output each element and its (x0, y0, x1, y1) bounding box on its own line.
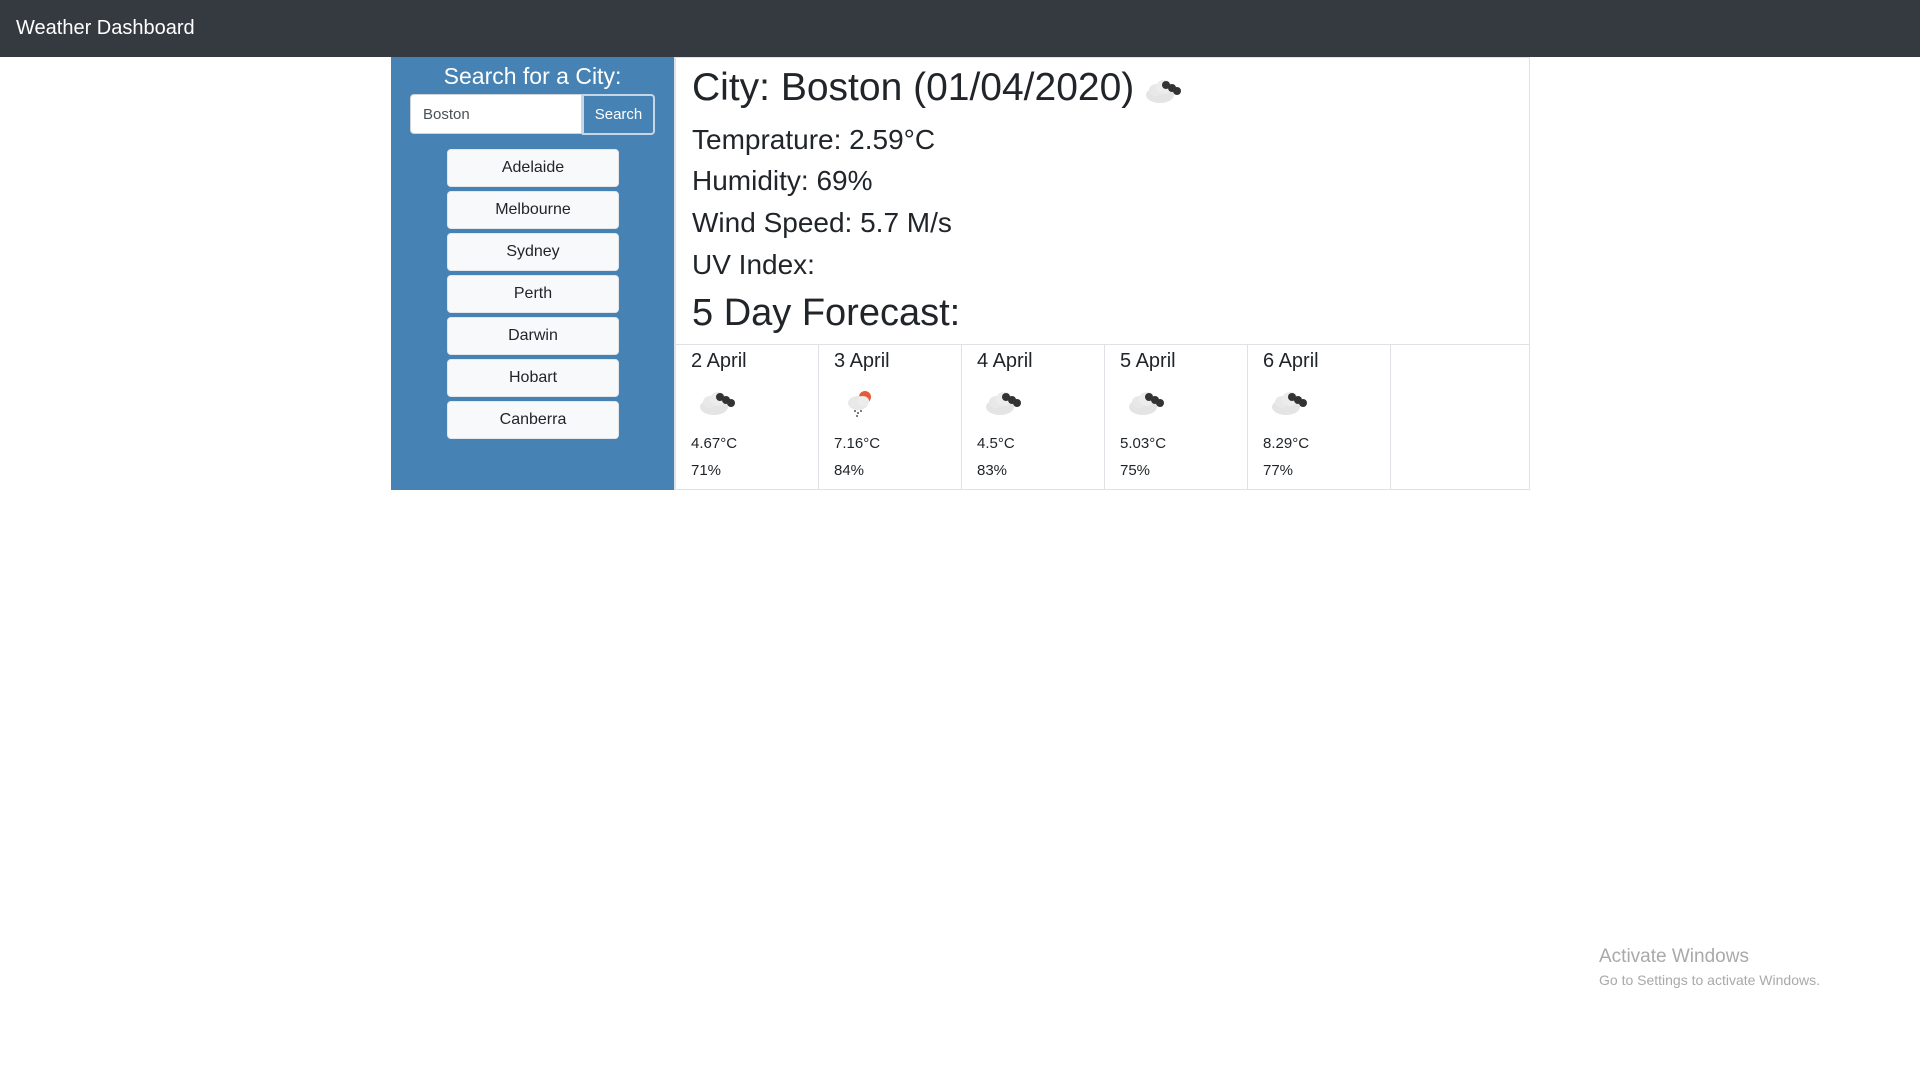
current-weather-header: City: Boston (01/04/2020) (692, 62, 1186, 114)
dashboard-container: Search for a City: Search Adelaide Melbo… (391, 57, 1530, 490)
forecast-humidity: 84% (834, 462, 865, 479)
city-button-adelaide[interactable]: Adelaide (447, 149, 619, 187)
forecast-date: 4 April (977, 350, 1033, 372)
city-button-melbourne[interactable]: Melbourne (447, 191, 619, 229)
watermark-title: Activate Windows (1599, 946, 1749, 967)
forecast-card: 4 April 4.5°C 83% (962, 344, 1105, 490)
forecast-card-empty (1391, 344, 1530, 490)
search-input[interactable] (410, 94, 582, 134)
activate-windows-watermark: Activate Windows Go to Settings to activ… (1599, 946, 1820, 988)
forecast-card: 3 April 7.16°C 84% (819, 344, 962, 490)
rain-icon (839, 385, 883, 419)
city-button-darwin[interactable]: Darwin (447, 317, 619, 355)
city-button-sydney[interactable]: Sydney (447, 233, 619, 271)
forecast-temp: 4.5°C (977, 435, 1015, 452)
forecast-card: 2 April 4.67°C 71% (676, 344, 819, 490)
forecast-humidity: 75% (1120, 462, 1151, 479)
city-button-hobart[interactable]: Hobart (447, 359, 619, 397)
temperature-text: Temprature: 2.59°C (692, 124, 936, 155)
forecast-title: 5 Day Forecast: (692, 292, 961, 334)
navbar: Weather Dashboard (0, 0, 1920, 57)
forecast-humidity: 83% (977, 462, 1008, 479)
search-sidebar: Search for a City: Search Adelaide Melbo… (391, 57, 674, 490)
city-title: City: Boston (01/04/2020) (692, 66, 1135, 109)
navbar-brand[interactable]: Weather Dashboard (16, 17, 195, 40)
forecast-temp: 8.29°C (1263, 435, 1310, 452)
city-list: Adelaide Melbourne Sydney Perth Darwin H… (447, 149, 619, 439)
watermark-subtitle: Go to Settings to activate Windows. (1599, 972, 1820, 988)
cloud-icon (1268, 385, 1312, 419)
forecast-row: 2 April 4.67°C 71% 3 April 7.16°C 84% 4 … (676, 344, 1530, 490)
wind-speed-text: Wind Speed: 5.7 M/s (692, 207, 952, 238)
city-button-canberra[interactable]: Canberra (447, 401, 619, 439)
forecast-humidity: 71% (691, 462, 722, 479)
forecast-date: 2 April (691, 350, 747, 372)
forecast-temp: 5.03°C (1120, 435, 1167, 452)
forecast-date: 6 April (1263, 350, 1319, 372)
cloud-icon (982, 385, 1026, 419)
cloud-icon (1142, 73, 1186, 107)
cloud-icon (1125, 385, 1169, 419)
forecast-card: 6 April 8.29°C 77% (1248, 344, 1391, 490)
current-weather-panel: City: Boston (01/04/2020) Temprature: 2.… (674, 57, 1530, 490)
forecast-humidity: 77% (1263, 462, 1294, 479)
city-button-perth[interactable]: Perth (447, 275, 619, 313)
forecast-temp: 7.16°C (834, 435, 881, 452)
humidity-text: Humidity: 69% (692, 165, 873, 196)
search-title: Search for a City: (443, 63, 622, 89)
uv-index-text: UV Index: (692, 249, 815, 280)
search-row: Search (410, 94, 655, 135)
forecast-date: 3 April (834, 350, 890, 372)
cloud-icon (696, 385, 740, 419)
search-button[interactable]: Search (582, 94, 655, 135)
forecast-card: 5 April 5.03°C 75% (1105, 344, 1248, 490)
forecast-temp: 4.67°C (691, 435, 738, 452)
forecast-date: 5 April (1120, 350, 1176, 372)
